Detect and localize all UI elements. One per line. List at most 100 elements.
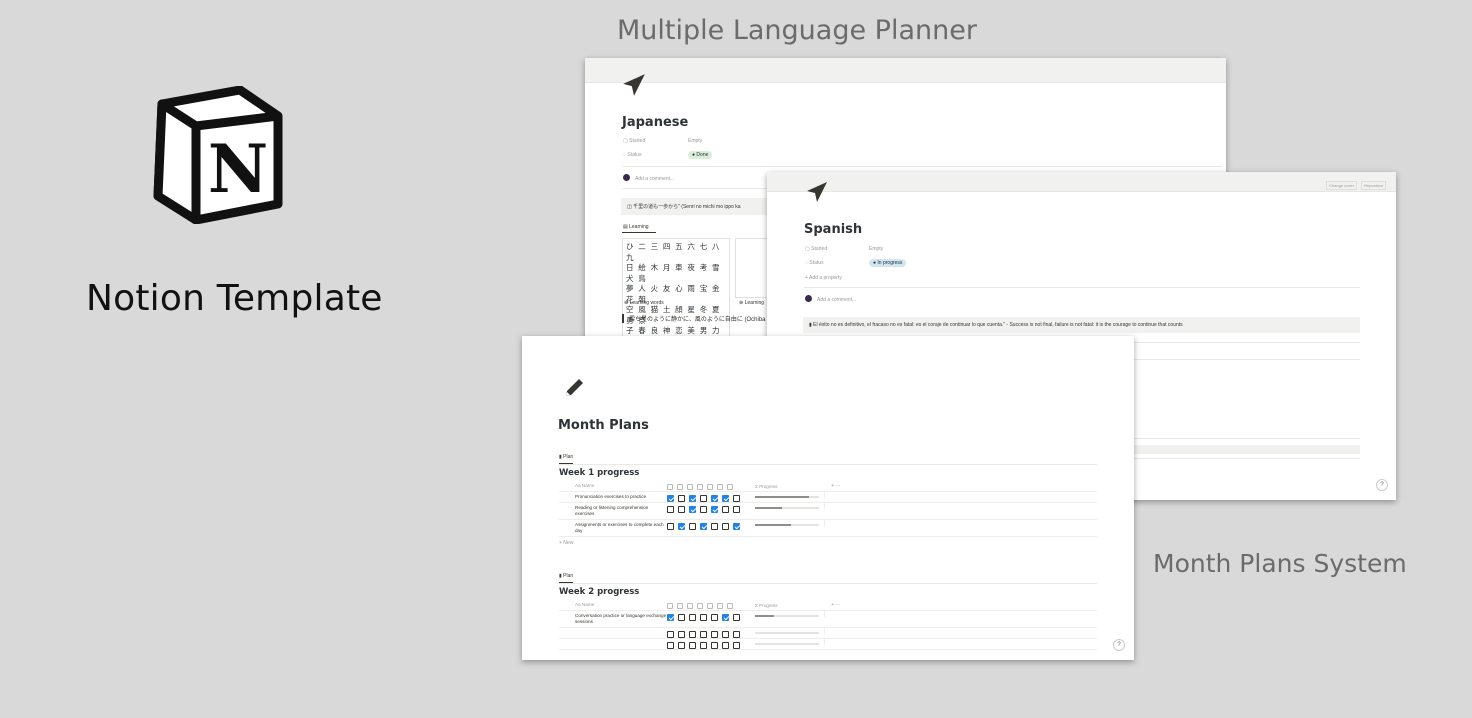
reposition-button[interactable]: Reposition: [1361, 181, 1386, 190]
add-column-icon[interactable]: + ···: [825, 600, 840, 608]
comment-input[interactable]: Add a comment...: [635, 176, 674, 182]
day-checkbox[interactable]: [689, 614, 696, 621]
status-badge[interactable]: ● Done: [688, 151, 713, 159]
prop-started-value[interactable]: Empty: [688, 138, 702, 144]
column-header-checkbox-icon[interactable]: [667, 603, 673, 609]
column-header-checkbox-icon[interactable]: [697, 484, 703, 490]
column-header-checkbox-icon[interactable]: [677, 484, 683, 490]
day-checkbox[interactable]: [722, 642, 729, 649]
table-row[interactable]: [559, 639, 1097, 650]
logo-letter: N: [208, 130, 268, 208]
month-plans-window: Month Plans ▮ Plan Week 1 progress Aa Na…: [522, 336, 1134, 660]
table-row[interactable]: [559, 628, 1097, 639]
day-checkbox[interactable]: [678, 631, 685, 638]
page-title: Month Plans: [558, 418, 649, 433]
day-checkbox[interactable]: [689, 523, 696, 530]
prop-started-value[interactable]: Empty: [869, 246, 883, 252]
column-header-progress[interactable]: Σ Progress: [755, 600, 825, 608]
column-header-checkbox-icon[interactable]: [717, 603, 723, 609]
day-checkbox[interactable]: [667, 495, 674, 502]
day-checkbox[interactable]: [711, 614, 718, 621]
day-checkbox[interactable]: [711, 506, 718, 513]
db-tab-learning[interactable]: ▤ Learning: [623, 224, 649, 230]
column-header-name[interactable]: Aa Name: [559, 600, 667, 610]
status-badge[interactable]: ● In progress: [869, 259, 907, 267]
day-checkbox[interactable]: [711, 642, 718, 649]
day-checkbox[interactable]: [733, 642, 740, 649]
week-1-table: Aa Name Σ Progress + ··· Pronunciation exer…: [559, 481, 1097, 546]
day-checkbox[interactable]: [689, 642, 696, 649]
day-checkbox[interactable]: [667, 642, 674, 649]
column-header-checkbox-icon[interactable]: [727, 484, 733, 490]
day-checkbox[interactable]: [722, 631, 729, 638]
day-checkbox[interactable]: [733, 495, 740, 502]
change-cover-button[interactable]: Change cover: [1326, 181, 1358, 190]
day-checkbox[interactable]: [700, 614, 707, 621]
column-header-checkbox-icon[interactable]: [717, 484, 723, 490]
row-name-cell[interactable]: [559, 628, 667, 638]
caption-language-planner: Multiple Language Planner: [617, 15, 977, 46]
gallery-card-title[interactable]: ⊕ Learning words: [624, 300, 664, 306]
row-name-cell[interactable]: Pronunciation exercises to practice: [559, 492, 667, 502]
day-checkbox[interactable]: [678, 495, 685, 502]
progress-cell: [755, 520, 825, 526]
add-new-row-button[interactable]: + New: [559, 537, 1097, 546]
row-name-cell[interactable]: Conversation practice or language exchan…: [559, 611, 667, 627]
table-row[interactable]: Conversation practice or language exchan…: [559, 611, 1097, 628]
day-checkbox[interactable]: [711, 631, 718, 638]
progress-bar: [755, 632, 819, 634]
table-row[interactable]: Reading or listening comprehension exerc…: [559, 503, 1097, 520]
day-checkbox[interactable]: [678, 506, 685, 513]
gallery-card-title-2[interactable]: ⊕ Learning: [739, 300, 764, 306]
day-checkbox[interactable]: [733, 614, 740, 621]
column-header-checkbox-icon[interactable]: [667, 484, 673, 490]
column-header-checkbox-icon[interactable]: [687, 484, 693, 490]
day-checkbox[interactable]: [711, 495, 718, 502]
day-checkbox[interactable]: [700, 642, 707, 649]
day-checkbox[interactable]: [667, 523, 674, 530]
day-checkbox[interactable]: [689, 495, 696, 502]
caption-month-plans-system: Month Plans System: [1153, 549, 1407, 578]
column-header-progress[interactable]: Σ Progress: [755, 481, 825, 489]
row-name-cell[interactable]: Reading or listening comprehension exerc…: [559, 503, 667, 519]
day-checkbox[interactable]: [689, 506, 696, 513]
day-checkbox[interactable]: [667, 631, 674, 638]
row-name-cell[interactable]: [559, 639, 667, 649]
column-header-checkbox-icon[interactable]: [707, 603, 713, 609]
day-checkbox[interactable]: [711, 523, 718, 530]
column-header-checkbox-icon[interactable]: [707, 484, 713, 490]
table-row[interactable]: Pronunciation exercises to practice: [559, 492, 1097, 503]
day-checkbox[interactable]: [722, 495, 729, 502]
day-checkbox[interactable]: [667, 506, 674, 513]
day-checkbox[interactable]: [678, 642, 685, 649]
day-checkbox[interactable]: [733, 631, 740, 638]
navigation-arrow-icon: [807, 182, 827, 202]
day-checkbox[interactable]: [678, 614, 685, 621]
column-header-checkbox-icon[interactable]: [727, 603, 733, 609]
column-header-name[interactable]: Aa Name: [559, 481, 667, 491]
day-checkbox[interactable]: [722, 523, 729, 530]
comment-input[interactable]: Add a comment...: [817, 297, 856, 303]
day-checkbox[interactable]: [733, 506, 740, 513]
add-property-button[interactable]: + Add a property: [805, 275, 842, 281]
column-header-checkbox-icon[interactable]: [677, 603, 683, 609]
day-checkbox[interactable]: [700, 523, 707, 530]
day-checkbox[interactable]: [667, 614, 674, 621]
help-button[interactable]: ?: [1113, 639, 1125, 651]
day-checkbox[interactable]: [678, 523, 685, 530]
day-checkbox[interactable]: [733, 523, 740, 530]
column-header-checkbox-icon[interactable]: [697, 603, 703, 609]
kanji-gallery-card[interactable]: ひ 二 三 四 五 六 七 八 九 日 絵 木 月 車 夜 考 雪 犬 鳥 夢 …: [622, 238, 730, 340]
prop-started-label: ▢ Started: [805, 246, 828, 252]
column-header-checkbox-icon[interactable]: [687, 603, 693, 609]
day-checkbox[interactable]: [700, 495, 707, 502]
help-button[interactable]: ?: [1376, 479, 1388, 491]
add-column-icon[interactable]: + ···: [825, 481, 840, 489]
day-checkbox[interactable]: [700, 506, 707, 513]
day-checkbox[interactable]: [700, 631, 707, 638]
day-checkbox[interactable]: [722, 506, 729, 513]
row-name-cell[interactable]: Assignments or exercises to complete eac…: [559, 520, 667, 536]
table-row[interactable]: Assignments or exercises to complete eac…: [559, 520, 1097, 537]
day-checkbox[interactable]: [689, 631, 696, 638]
day-checkbox[interactable]: [722, 614, 729, 621]
